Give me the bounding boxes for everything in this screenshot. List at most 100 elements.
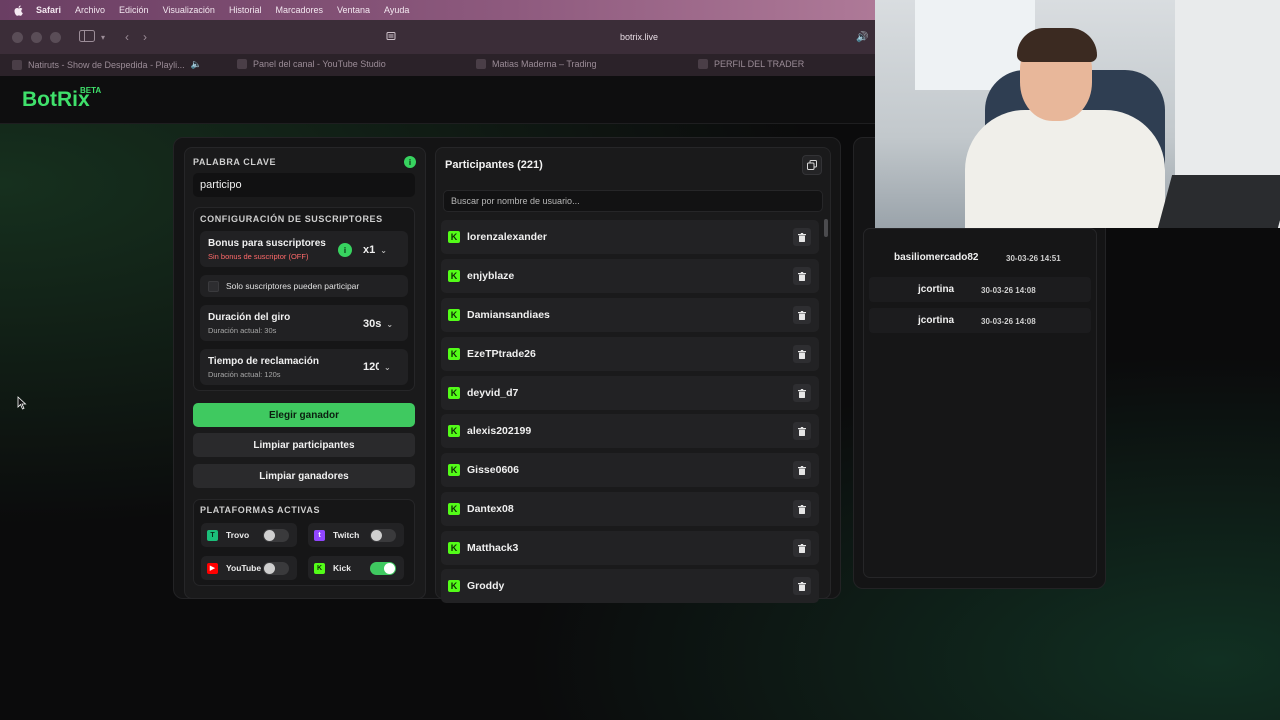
delete-participant-button[interactable]: [793, 267, 811, 285]
delete-participant-button[interactable]: [793, 345, 811, 363]
list-item[interactable]: K EzeTPtrade26: [441, 337, 819, 371]
kick-icon: K: [448, 464, 460, 476]
twitch-toggle[interactable]: [370, 529, 396, 542]
youtube-icon: ▶: [207, 562, 218, 574]
participant-name: Dantex08: [467, 503, 514, 515]
pick-winner-button[interactable]: Elegir ganador: [193, 403, 415, 427]
delete-participant-button[interactable]: [793, 500, 811, 518]
speaker-icon[interactable]: 🔈: [191, 59, 202, 70]
close-window-button[interactable]: [12, 31, 23, 43]
trash-icon: [798, 543, 806, 553]
subs-only-checkbox[interactable]: [208, 281, 219, 292]
menu-edicion[interactable]: Edición: [119, 5, 149, 15]
list-item[interactable]: K Dantex08: [441, 492, 819, 526]
spin-duration-value: 30s: [363, 318, 382, 330]
winner-row: basiliomercado82 30-03-26 14:51: [894, 252, 1084, 276]
list-item[interactable]: K Gisse0606: [441, 453, 819, 487]
copy-button[interactable]: [802, 155, 822, 175]
platform-youtube: ▶ YouTube: [201, 556, 297, 580]
list-item[interactable]: K lorenzalexander: [441, 220, 819, 254]
tab-perfil-trader[interactable]: PERFIL DEL TRADER: [698, 59, 804, 69]
spin-duration-select[interactable]: 30s ⌄: [363, 318, 393, 330]
claim-time-select[interactable]: 120s ⌄: [363, 361, 391, 373]
tab-youtube-studio[interactable]: Panel del canal - YouTube Studio: [237, 59, 386, 69]
menu-ayuda[interactable]: Ayuda: [384, 5, 409, 15]
forward-icon[interactable]: ›: [143, 30, 147, 44]
kick-icon: K: [448, 387, 460, 399]
tab-trading[interactable]: Matias Maderna – Trading: [476, 59, 597, 69]
clear-participants-button[interactable]: Limpiar participantes: [193, 433, 415, 457]
trash-icon: [798, 426, 806, 436]
keyword-input[interactable]: participo: [193, 173, 415, 197]
zoom-window-button[interactable]: [50, 31, 61, 43]
chevron-down-icon: ⌄: [380, 245, 387, 255]
trash-icon: [798, 271, 806, 281]
claim-time-subtitle: Duración actual: 120s: [208, 370, 281, 379]
speaker-icon[interactable]: 🔊: [856, 32, 868, 43]
youtube-toggle[interactable]: [263, 562, 289, 575]
kick-toggle[interactable]: [370, 562, 396, 575]
platform-twitch: t Twitch: [308, 523, 404, 547]
apple-icon[interactable]: [12, 3, 26, 17]
kick-icon: K: [448, 503, 460, 515]
winner-row: jcortina 30-03-26 14:08: [918, 315, 1088, 339]
participant-search-input[interactable]: [443, 190, 823, 212]
info-icon[interactable]: i: [404, 156, 416, 168]
delete-participant-button[interactable]: [793, 461, 811, 479]
list-item[interactable]: K enjyblaze: [441, 259, 819, 293]
delete-participant-button[interactable]: [793, 228, 811, 246]
bonus-multiplier-select[interactable]: x1 ⌄: [363, 244, 387, 256]
webcam-person-body: [965, 110, 1165, 228]
subs-only-row[interactable]: Solo suscriptores pueden participar: [200, 275, 408, 297]
webcam-laptop: [1157, 175, 1280, 228]
kick-icon: K: [448, 580, 460, 592]
menu-visualizacion[interactable]: Visualización: [163, 5, 215, 15]
tab-label: Natiruts - Show de Despedida - Playli...: [28, 59, 185, 70]
platform-label: YouTube: [226, 563, 262, 573]
list-item[interactable]: K Damiansandiaes: [441, 298, 819, 332]
minimize-window-button[interactable]: [31, 31, 42, 43]
participants-scrollbar[interactable]: [824, 219, 828, 237]
menu-historial[interactable]: Historial: [229, 5, 262, 15]
winner-name: basiliomercado82: [894, 252, 979, 263]
platform-label: Trovo: [226, 530, 250, 540]
menu-archivo[interactable]: Archivo: [75, 5, 105, 15]
tab-natiruts[interactable]: Natiruts - Show de Despedida - Playli...…: [12, 59, 202, 70]
winner-row: jcortina 30-03-26 14:08: [918, 284, 1088, 308]
list-item[interactable]: K Groddy: [441, 569, 819, 603]
list-item[interactable]: K deyvid_d7: [441, 376, 819, 410]
menu-safari[interactable]: Safari: [36, 5, 61, 15]
list-item[interactable]: K Matthack3: [441, 531, 819, 565]
delete-participant-button[interactable]: [793, 539, 811, 557]
chevron-down-icon: ⌄: [386, 319, 394, 329]
trash-icon: [798, 310, 806, 320]
trovo-toggle[interactable]: [263, 529, 289, 542]
bonus-title: Bonus para suscriptores: [208, 238, 326, 249]
page-menu-icon[interactable]: [386, 31, 396, 43]
winner-date: 30-03-26 14:08: [981, 286, 1036, 295]
tab-bar: Natiruts - Show de Despedida - Playli...…: [0, 54, 875, 76]
favicon-icon: [476, 59, 486, 69]
back-icon[interactable]: ‹: [125, 30, 129, 44]
delete-participant-button[interactable]: [793, 577, 811, 595]
delete-participant-button[interactable]: [793, 384, 811, 402]
menu-ventana[interactable]: Ventana: [337, 5, 370, 15]
trash-icon: [798, 388, 806, 398]
delete-participant-button[interactable]: [793, 422, 811, 440]
list-item[interactable]: K alexis202199: [441, 414, 819, 448]
mouse-cursor-icon: [17, 396, 27, 410]
address-bar[interactable]: botrix.live 🔊: [380, 28, 868, 46]
platform-label: Twitch: [333, 530, 360, 540]
webcam-overlay: [875, 0, 1280, 228]
chevron-down-icon[interactable]: ▾: [101, 33, 105, 42]
winner-name: jcortina: [918, 284, 955, 295]
participant-name: alexis202199: [467, 425, 532, 437]
menu-marcadores[interactable]: Marcadores: [275, 5, 323, 15]
sidebar-toggle-icon[interactable]: [79, 29, 95, 45]
info-icon[interactable]: i: [338, 243, 352, 257]
delete-participant-button[interactable]: [793, 306, 811, 324]
participant-name: Groddy: [467, 580, 505, 592]
botrix-logo[interactable]: BotRix BETA: [22, 86, 101, 112]
clear-winners-button[interactable]: Limpiar ganadores: [193, 464, 415, 488]
subscriber-config-label: CONFIGURACIÓN DE SUSCRIPTORES: [200, 214, 383, 224]
